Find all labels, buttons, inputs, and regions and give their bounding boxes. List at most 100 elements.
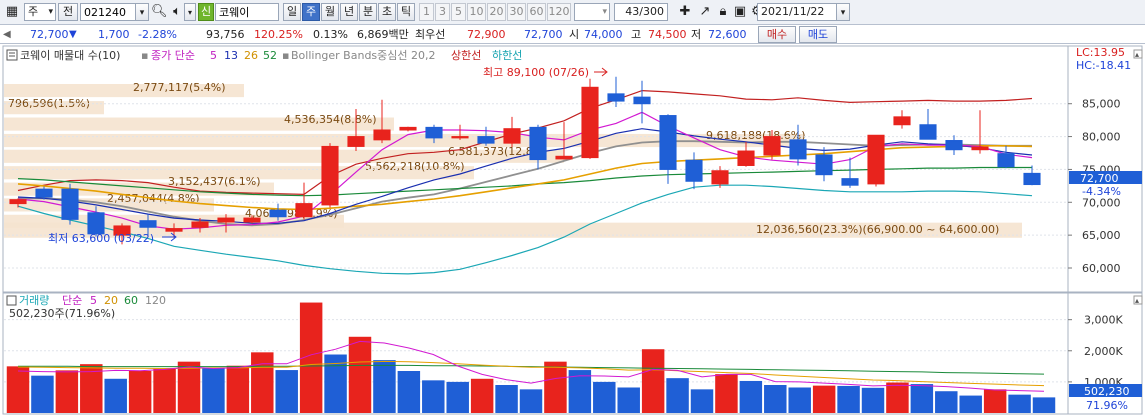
min-price-label: 최저 63,600 (03/22) [48, 232, 154, 245]
prev-button[interactable]: 전 [58, 3, 78, 21]
sell-button[interactable]: 매도 [799, 26, 837, 43]
price-tick-label: 65,000 [1082, 229, 1121, 242]
volume-profile-label: 5,562,218(10.8%) [365, 160, 465, 173]
stock-code-input[interactable] [80, 3, 136, 21]
volume-bar [593, 381, 616, 413]
volume-legend-ma-label[interactable]: 단순 [62, 294, 82, 307]
volume-bar [226, 365, 250, 413]
date-value: 2021/11/22 [761, 5, 825, 18]
sound-dropdown-button[interactable]: ▾ [184, 3, 196, 21]
data-count[interactable]: 43/300 [614, 3, 668, 21]
interval-5[interactable]: 5 [451, 3, 466, 21]
legend-ma5[interactable]: 5 [210, 49, 217, 62]
trend-tool-icon[interactable]: ↗ [696, 3, 714, 21]
tab-year[interactable]: 년 [340, 3, 358, 21]
scroll-left-icon[interactable]: ◀ [3, 27, 11, 42]
grid-icon[interactable]: ▦ [3, 3, 21, 21]
volume-bar [495, 385, 518, 413]
toolbar: ▦ 주 ▾ 전 ▾ 🔍︎ 🔈︎ ▾ 신 일 주 월 년 분 초 틱 1 3 5 … [0, 0, 1145, 25]
quote-bar: ◀ 72,700 ▼ 1,700 -2.28% 93,756 120.25% 0… [0, 25, 1145, 44]
tab-day[interactable]: 일 [283, 3, 301, 21]
volume-bar [55, 370, 79, 413]
candle-body [373, 129, 391, 141]
stock-name-input[interactable] [215, 3, 279, 21]
panel-collapse-icon-glyph: ▴ [1135, 50, 1139, 59]
volume-bar [641, 349, 665, 413]
interval-3[interactable]: 3 [435, 3, 450, 21]
lc-label: LC:13.95 [1076, 46, 1125, 59]
tab-tick[interactable]: 틱 [397, 3, 415, 21]
legend-bb-lower[interactable]: 하한선 [492, 48, 522, 62]
volume-bar [422, 380, 445, 413]
volume-tick-label: 2,000K [1084, 345, 1123, 358]
volume-legend-ma20[interactable]: 20 [104, 294, 118, 307]
interval-30[interactable]: 30 [507, 3, 526, 21]
lock-icon[interactable]: 🔒︎ [715, 3, 731, 21]
search-icon[interactable]: 🔍︎ [151, 3, 167, 21]
chevron-down-icon: ▾ [48, 7, 53, 17]
volume-legend-ma5[interactable]: 5 [90, 294, 97, 307]
period-type-select[interactable]: 주 ▾ [24, 3, 56, 21]
interval-60[interactable]: 60 [527, 3, 546, 21]
interval-1[interactable]: 1 [419, 3, 434, 21]
candle-body [477, 136, 495, 144]
legend-ma52[interactable]: 52 [263, 49, 277, 62]
crosshair-icon[interactable]: ✚ [675, 3, 695, 21]
legend-bb[interactable]: Bollinger Bands중심선 20,2 [291, 49, 436, 62]
new-badge[interactable]: 신 [198, 3, 214, 21]
volume-bar [690, 389, 714, 413]
volume-bar [544, 361, 567, 413]
volume: 93,756 [206, 28, 245, 41]
interval-dropdown[interactable]: ▾ [574, 3, 610, 21]
candle-body [503, 128, 521, 144]
volume-bar [177, 361, 201, 413]
candle-body [607, 93, 625, 102]
legend-ma26[interactable]: 26 [244, 49, 258, 62]
high-price: 74,500 [648, 28, 687, 41]
volume-bar [812, 385, 836, 413]
volume-legend-ma60[interactable]: 60 [124, 294, 138, 307]
candle-body [555, 155, 573, 160]
code-dropdown-button[interactable]: ▾ [135, 3, 149, 21]
volume-bar [788, 387, 811, 413]
legend-bb-upper[interactable]: 상한선 [451, 49, 481, 62]
volume-bar [983, 389, 1007, 413]
turnover-ratio: 0.13% [313, 28, 348, 41]
tab-week[interactable]: 주 [302, 3, 320, 21]
chart-area[interactable]: 2,777,117(5.4%) 796,596(1.5%) 4,536,354(8.… [0, 45, 1145, 415]
candle-body [399, 126, 417, 131]
interval-120[interactable]: 120 [547, 3, 571, 21]
best-bid: 72,700 [524, 28, 563, 41]
buy-button[interactable]: 매수 [758, 26, 796, 43]
date-picker[interactable]: 2021/11/22 [757, 3, 837, 21]
hc-label: HC:-18.41 [1076, 59, 1131, 72]
change-arrow-icon: ▼ [69, 29, 77, 40]
candle-body [815, 154, 833, 176]
stock-chart[interactable]: 2,777,117(5.4%)796,596(1.5%)4,536,354(8.… [0, 45, 1145, 415]
legend-ma-label[interactable]: 종가 단순 [151, 49, 195, 62]
speaker-icon[interactable]: 🔈︎ [169, 3, 185, 21]
candle-body [35, 188, 53, 198]
tab-month[interactable]: 월 [321, 3, 339, 21]
date-dropdown-button[interactable]: ▾ [836, 3, 850, 21]
candle-body [867, 134, 885, 185]
price-tick-label: 85,000 [1082, 98, 1121, 111]
price-change: 1,700 [98, 28, 130, 41]
volume-bar [739, 380, 763, 413]
interval-10[interactable]: 10 [467, 3, 486, 21]
interval-20[interactable]: 20 [487, 3, 506, 21]
tab-second[interactable]: 초 [378, 3, 396, 21]
save-icon[interactable]: ▣ [732, 3, 748, 21]
chevron-down-icon: ▾ [139, 8, 145, 18]
best-ask: 72,900 [467, 28, 506, 41]
volume-bar [446, 381, 469, 413]
trade-amount: 6,869백만 [357, 28, 409, 41]
legend-title[interactable]: 코웨이 매물대 수(10) [20, 49, 120, 62]
legend-ma13[interactable]: 13 [224, 49, 238, 62]
volume-legend-title[interactable]: 거래량 [19, 294, 49, 307]
tab-minute[interactable]: 분 [359, 3, 377, 21]
period-type-value: 주 [28, 5, 39, 18]
volume-legend-ma120[interactable]: 120 [145, 294, 166, 307]
candle-body [243, 217, 261, 223]
current-change-axis-label: -4.34% [1082, 185, 1121, 198]
